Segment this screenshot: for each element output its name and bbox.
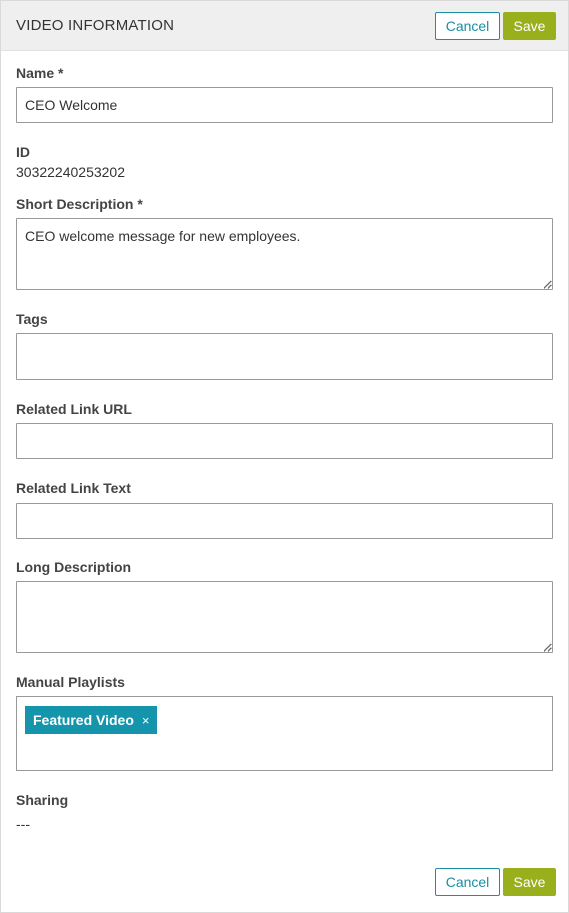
- related-link-url-input[interactable]: [16, 423, 553, 459]
- name-input[interactable]: [16, 87, 553, 123]
- tags-label: Tags: [16, 311, 48, 327]
- save-button[interactable]: Save: [503, 12, 556, 40]
- id-label: ID: [16, 144, 30, 160]
- cancel-button[interactable]: Cancel: [435, 12, 500, 40]
- sharing-label: Sharing: [16, 792, 69, 808]
- manual-playlists-label: Manual Playlists: [16, 674, 125, 690]
- related-link-text-input[interactable]: [16, 503, 553, 539]
- footer-save-button[interactable]: Save: [503, 868, 556, 896]
- short-description-label: Short Description *: [16, 196, 143, 212]
- related-link-url-label: Related Link URL: [16, 401, 132, 417]
- sharing-value: ---: [16, 816, 30, 832]
- long-description-label: Long Description: [16, 559, 132, 575]
- name-label: Name *: [16, 65, 64, 81]
- playlist-chip: Featured Video ×: [25, 706, 158, 734]
- footer-cancel-button[interactable]: Cancel: [435, 868, 500, 896]
- panel-title: VIDEO INFORMATION: [16, 17, 175, 34]
- id-value: 30322240253202: [16, 164, 126, 180]
- close-icon[interactable]: ×: [142, 713, 150, 728]
- long-description-textarea[interactable]: [16, 581, 553, 653]
- related-link-text-label: Related Link Text: [16, 480, 131, 496]
- manual-playlists-input[interactable]: Featured Video ×: [16, 696, 553, 771]
- short-description-textarea[interactable]: CEO welcome message for new employees.: [16, 218, 553, 290]
- playlist-chip-label: Featured Video: [33, 712, 134, 728]
- panel-header: VIDEO INFORMATION Cancel Save: [1, 1, 568, 51]
- tags-input[interactable]: [16, 333, 553, 380]
- video-information-panel: VIDEO INFORMATION Cancel Save Name * ID …: [0, 0, 569, 913]
